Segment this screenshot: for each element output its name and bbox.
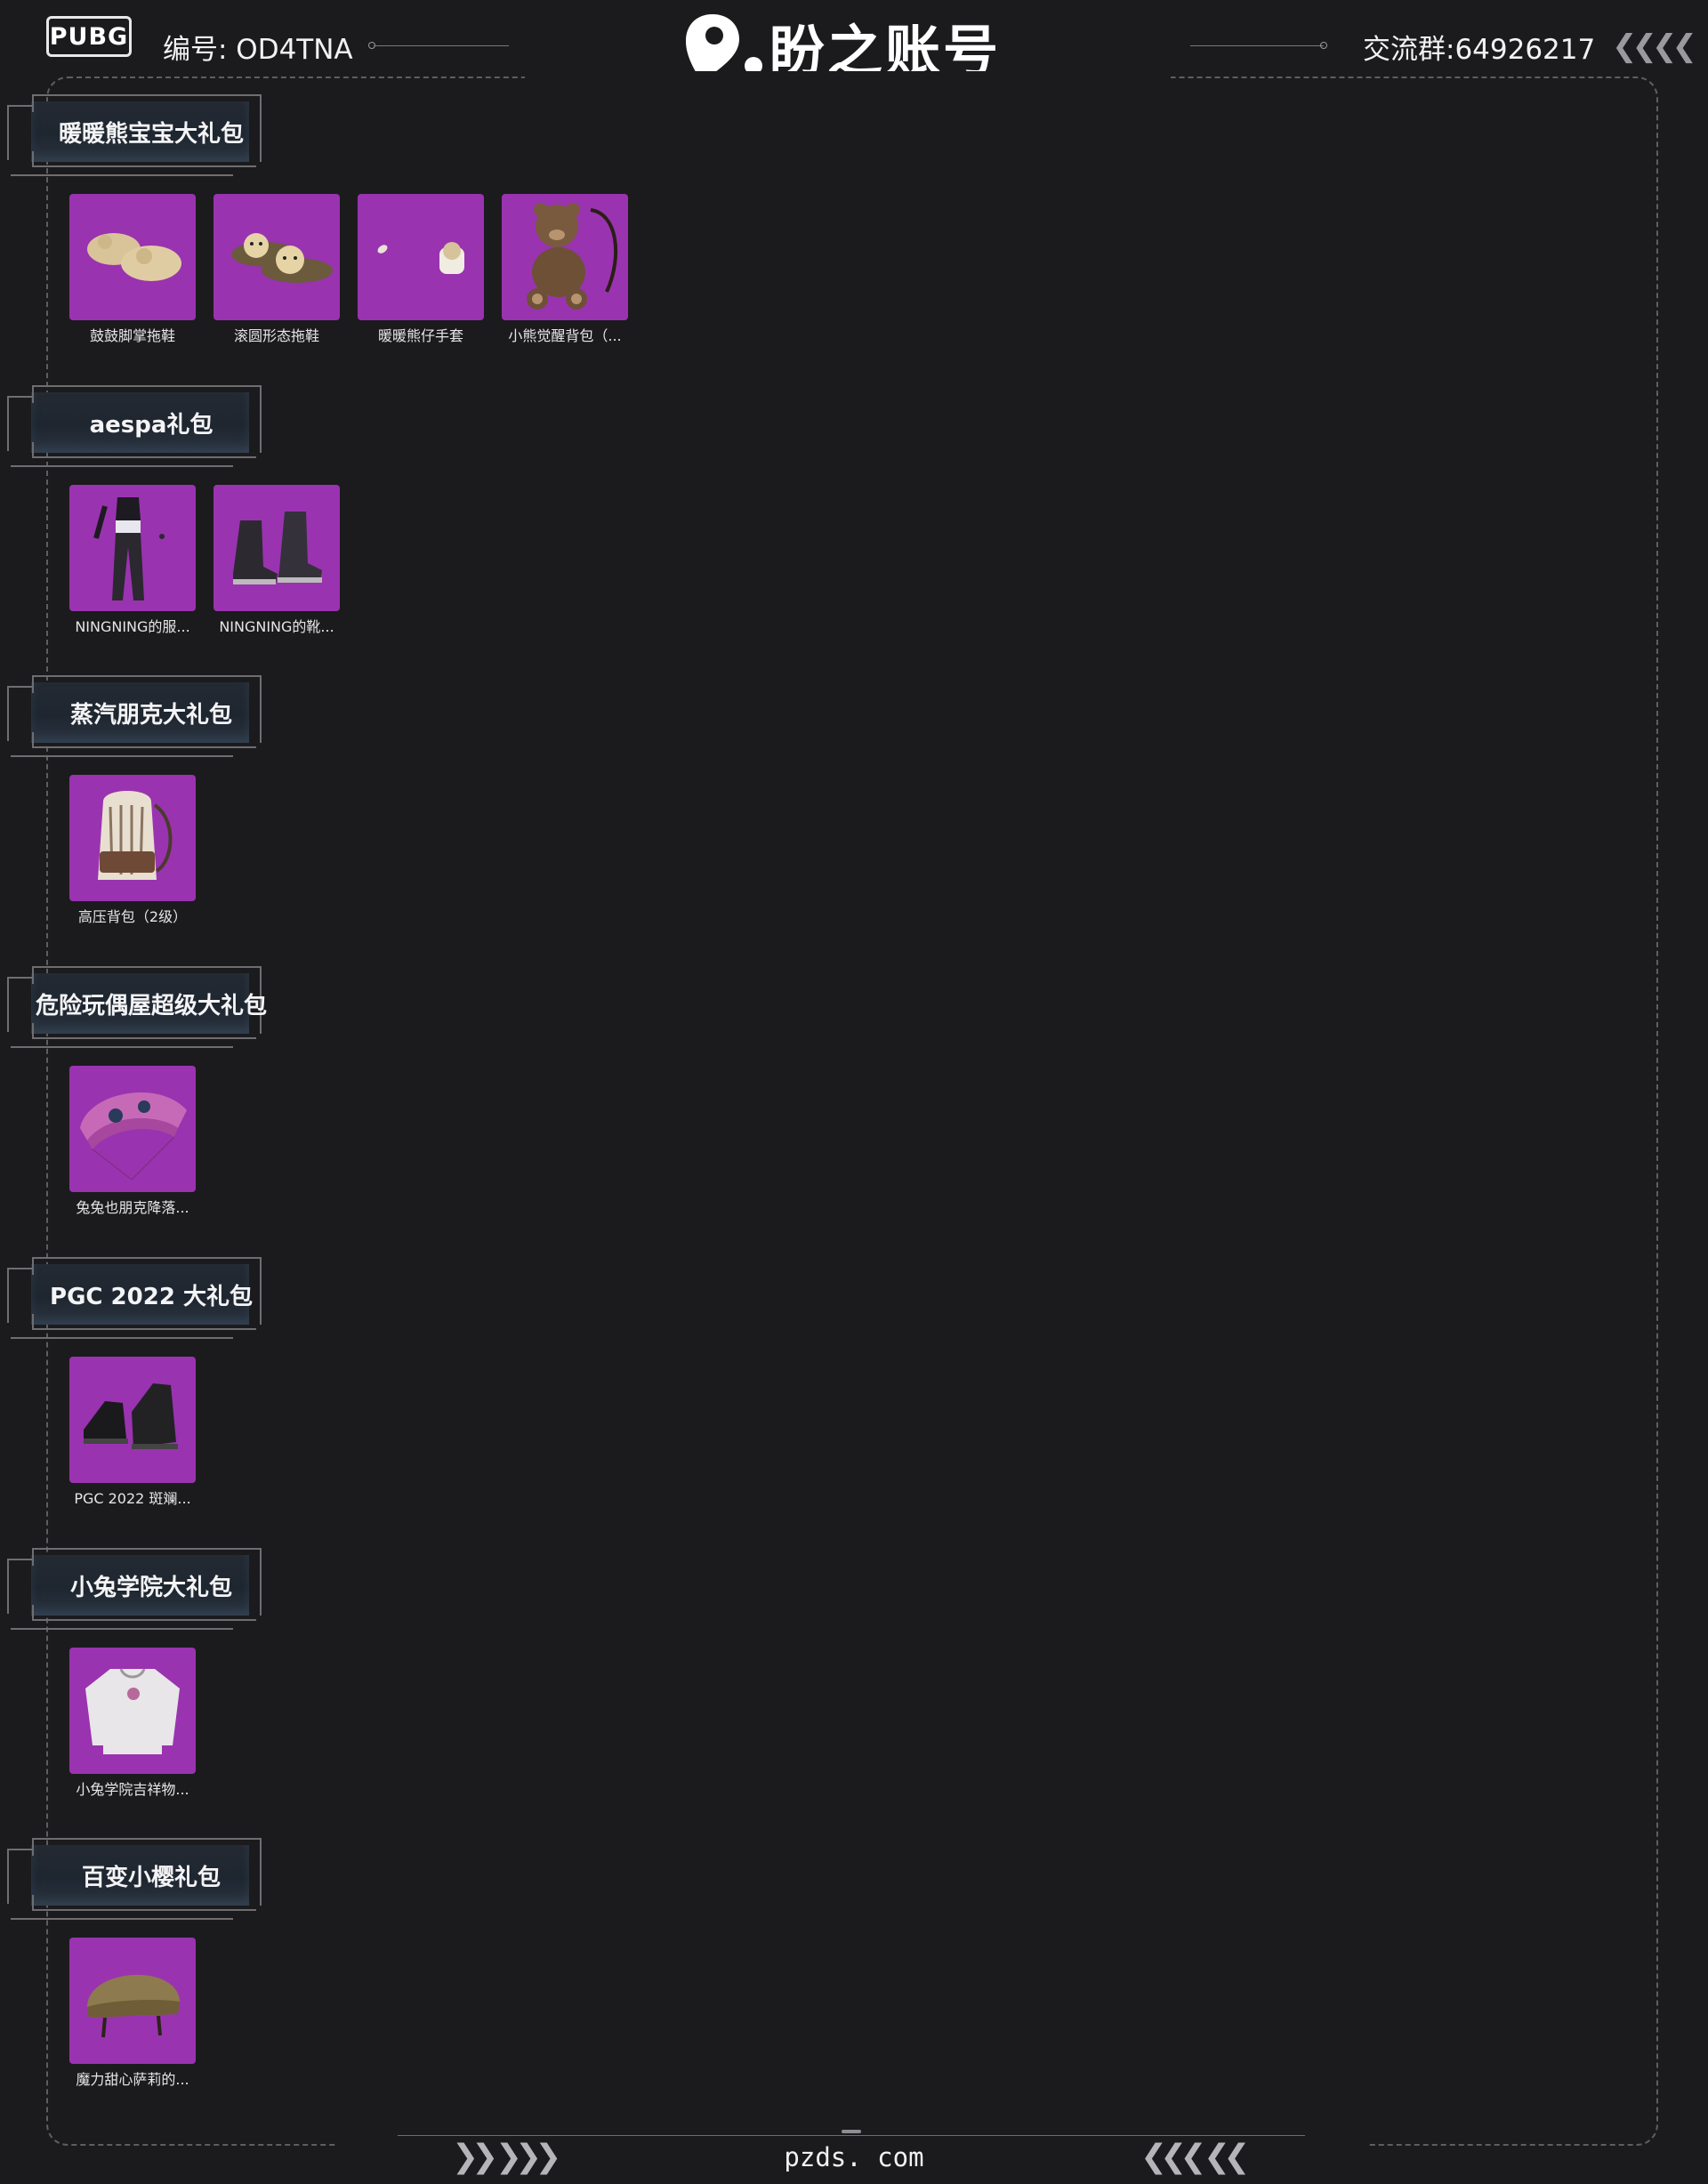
item-name: 鼓鼓脚掌拖鞋 (89, 327, 175, 344)
item-name: 小兔学院吉祥物... (76, 1781, 189, 1798)
item-card[interactable]: 暖暖熊仔手套 (358, 194, 484, 345)
item-name: 滚圆形态拖鞋 (233, 327, 319, 344)
item-grid: PGC 2022 斑斓... (69, 1357, 196, 1508)
section-header: 蒸汽朋克大礼包 (0, 665, 267, 762)
footer-url: pzds. com (784, 2142, 924, 2172)
decor-line (32, 165, 256, 167)
decor-line (11, 1046, 233, 1048)
item-card[interactable]: 滚圆形态拖鞋 (214, 194, 340, 345)
decor-line (32, 1619, 256, 1621)
parachute-icon (69, 1066, 196, 1192)
item-grid: 小兔学院吉祥物... (69, 1648, 196, 1799)
bear-slippers-icon (214, 194, 340, 320)
item-card[interactable]: 小兔学院吉祥物... (69, 1648, 196, 1799)
decor-line (32, 1909, 256, 1911)
account-serial: 编号: OD4TNA (163, 34, 353, 66)
section-title: aespa礼包 (89, 411, 214, 439)
decor-line (32, 385, 260, 387)
decor-line (11, 1337, 233, 1339)
item-card[interactable]: 小熊觉醒背包（... (502, 194, 628, 345)
decor-line (11, 174, 233, 176)
decor-line (11, 465, 233, 467)
frame-gap (525, 71, 1171, 84)
item-grid: 魔力甜心萨莉的... (69, 1938, 196, 2089)
item-name: 暖暖熊仔手套 (377, 327, 463, 344)
item-name: 兔兔也朋克降落... (76, 1199, 189, 1216)
group-number: 交流群:64926217 (1363, 34, 1596, 66)
item-card[interactable]: 兔兔也朋克降落... (69, 1066, 196, 1217)
item-card[interactable]: 魔力甜心萨莉的... (69, 1938, 196, 2089)
pubg-logo: PUBG (46, 16, 132, 57)
item-card[interactable]: NINGNING的服... (69, 485, 196, 636)
item-name: PGC 2022 斑斓... (74, 1490, 191, 1507)
outfit-icon (69, 485, 196, 611)
decor-line (32, 1257, 260, 1259)
item-grid: 兔兔也朋克降落... (69, 1066, 196, 1217)
boots-icon (214, 485, 340, 611)
section-header: PGC 2022 大礼包 (0, 1246, 267, 1344)
decor-line (32, 746, 256, 748)
item-name: 高压背包（2级） (77, 908, 188, 925)
section-title: PGC 2022 大礼包 (50, 1283, 253, 1310)
decor-line (11, 1918, 233, 1920)
decor-line (32, 1037, 256, 1039)
section-header: 小兔学院大礼包 (0, 1537, 267, 1635)
item-name: 魔力甜心萨莉的... (76, 2071, 189, 2088)
decor-line (32, 966, 260, 968)
sweater-icon (69, 1648, 196, 1774)
decor-line (32, 456, 256, 458)
section-header: 百变小樱礼包 (0, 1827, 267, 1925)
decor-line (11, 1628, 233, 1630)
item-name: 小熊觉醒背包（... (508, 327, 622, 344)
decor-line (32, 1838, 260, 1840)
section-title: 暖暖熊宝宝大礼包 (58, 120, 244, 148)
item-card[interactable]: NINGNING的靴... (214, 485, 340, 636)
item-grid: 鼓鼓脚掌拖鞋 滚圆形态拖鞋 暖暖熊仔手套 小熊觉醒背包（... (69, 194, 628, 345)
section-header: aespa礼包 (0, 375, 267, 472)
decor-line (32, 675, 260, 677)
decor-dot (1320, 42, 1327, 49)
decor-line (1190, 45, 1324, 46)
item-grid: 高压背包（2级） (69, 775, 196, 926)
decor-line (32, 1548, 260, 1550)
teddy-backpack-icon (502, 194, 628, 320)
section-title: 小兔学院大礼包 (69, 1574, 232, 1601)
section-header: 危险玩偶屋超级大礼包 (0, 955, 267, 1053)
section-title: 百变小樱礼包 (81, 1864, 221, 1891)
item-card[interactable]: 鼓鼓脚掌拖鞋 (69, 194, 196, 345)
decor-line (374, 45, 509, 46)
item-card[interactable]: 高压背包（2级） (69, 775, 196, 926)
section-title: 危险玩偶屋超级大礼包 (35, 992, 267, 1019)
backpack-icon (69, 775, 196, 901)
decor-line (11, 755, 233, 757)
decor-line (32, 1328, 256, 1330)
footer-divider (398, 2135, 1305, 2136)
bear-gloves-icon (358, 194, 484, 320)
section-title: 蒸汽朋克大礼包 (69, 701, 232, 729)
decor-line (32, 94, 260, 96)
item-name: NINGNING的靴... (219, 618, 334, 635)
chevrons-left-icon: ❮❮❮ ❮❮ (1140, 2139, 1250, 2175)
section-header: 暖暖熊宝宝大礼包 (0, 84, 267, 181)
chevrons-left-icon: ❮❮❮❮ (1612, 28, 1697, 64)
fluffy-slippers-icon (69, 194, 196, 320)
shoes-icon (69, 1357, 196, 1483)
item-grid: NINGNING的服... NINGNING的靴... (69, 485, 340, 636)
item-name: NINGNING的服... (75, 618, 190, 635)
content-frame (46, 77, 1658, 2146)
item-card[interactable]: PGC 2022 斑斓... (69, 1357, 196, 1508)
helmet-icon (69, 1938, 196, 2064)
footer-notch (842, 2130, 861, 2133)
